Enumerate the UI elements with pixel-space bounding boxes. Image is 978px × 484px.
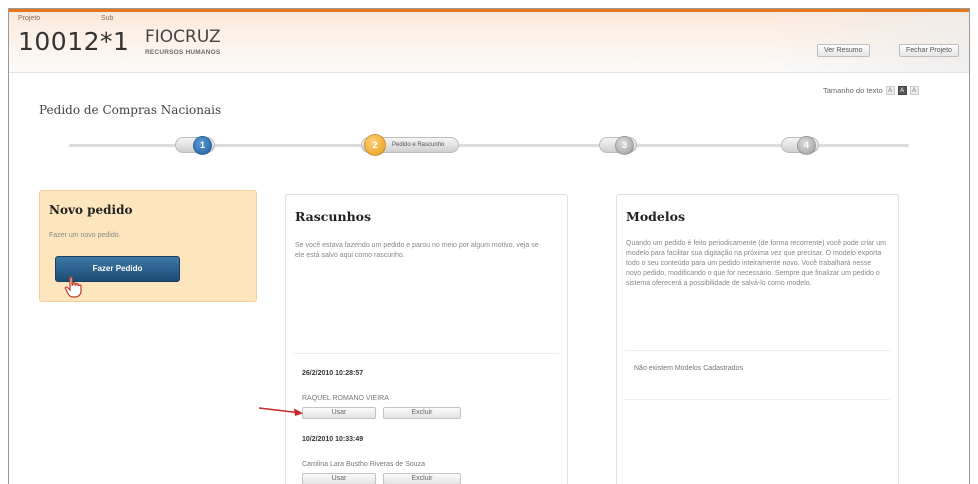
fechar-projeto-button[interactable]: Fechar Projeto [899,44,959,57]
novo-pedido-title: Novo pedido [49,203,133,217]
header: Projeto Sub 10012*1 FIOCRUZ RECURSOS HUM… [9,9,969,73]
text-size-label: Tamanho do texto [823,86,883,95]
text-size-medium[interactable]: A [897,86,907,95]
novo-pedido-description: Fazer um novo pedido. [49,232,121,239]
draft-user: Carolina Lara Bustho Riveras de Souza [302,461,425,468]
step-4: 4 [781,134,819,156]
step-1: 1 [175,134,215,156]
novo-pedido-panel: Novo pedido Fazer um novo pedido. Fazer … [39,190,257,302]
draft-date: 26/2/2010 10:28:57 [302,370,364,377]
app-frame: Projeto Sub 10012*1 FIOCRUZ RECURSOS HUM… [8,8,970,484]
step-4-circle: 4 [797,135,816,155]
step-2-label: Pedido e Rascunho [392,141,445,148]
base-label: Sub [101,15,114,22]
divider [625,350,890,351]
project-label: Projeto [18,15,41,22]
text-size-large[interactable]: A [909,86,919,95]
draft-use-button[interactable]: Usar [302,407,376,419]
modelos-title: Modelos [626,209,685,224]
draft-date: 10/2/2010 10:33:49 [302,436,364,443]
modelos-empty-message: Não existem Modelos Cadastrados [634,365,743,372]
pointer-arrow-icon [258,407,303,416]
divider [294,353,559,354]
draft-delete-button[interactable]: Excluir [383,407,461,419]
step-3: 3 [599,134,637,156]
text-size-control: Tamanho do texto A A A [823,86,919,95]
step-2-circle: 2 [364,134,386,156]
draft-use-button[interactable]: Usar [302,473,376,484]
text-size-small[interactable]: A [885,86,895,95]
ver-resumo-button[interactable]: Ver Resumo [817,44,870,57]
org-name: FIOCRUZ [145,27,221,47]
rascunhos-description: Se você estava fazendo um pedido e parou… [295,242,539,259]
rascunhos-title: Rascunhos [295,209,372,224]
modelos-description: Quando um pedido é feito periodicamente … [626,240,886,287]
step-1-circle: 1 [193,135,212,155]
rascunhos-panel: Rascunhos Se você estava fazendo um pedi… [285,194,568,484]
step-2: 2 Pedido e Rascunho [361,134,459,156]
hand-cursor-icon [64,276,82,298]
step-3-circle: 3 [615,135,634,155]
modelos-panel: Modelos Quando um pedido é feito periodi… [616,194,899,484]
page-title: Pedido de Compras Nacionais [39,103,222,117]
draft-user: RAQUEL ROMANO VIEIRA [302,395,389,402]
divider [625,399,890,400]
org-subtitle: RECURSOS HUMANOS [145,49,221,56]
draft-delete-button[interactable]: Excluir [383,473,461,484]
project-number: 10012*1 [18,27,130,56]
